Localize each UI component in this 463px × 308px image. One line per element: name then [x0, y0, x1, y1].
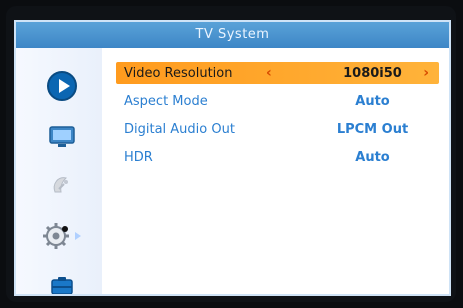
menu-item-digital-audio-out[interactable]: Digital Audio Out LPCM Out [116, 118, 439, 140]
menu-item-label: HDR [124, 149, 153, 165]
menu-item-label: Video Resolution [124, 65, 233, 81]
window-title: TV System [16, 22, 449, 48]
settings-content: Video Resolution 1080i50 ‹ › Aspect Mode… [102, 48, 449, 294]
menu-item-video-resolution[interactable]: Video Resolution 1080i50 ‹ › [116, 62, 439, 84]
toolbox-icon[interactable] [46, 270, 78, 294]
menu-item-aspect-mode[interactable]: Aspect Mode Auto [116, 90, 439, 112]
menu-item-label: Aspect Mode [124, 93, 208, 109]
gear-icon[interactable] [40, 220, 81, 252]
satellite-dish-icon[interactable] [46, 170, 78, 202]
play-icon[interactable] [46, 70, 78, 102]
tv-screen: TV System Video Resolution 1080i50 ‹ › A… [6, 6, 456, 302]
settings-panel: TV System Video Resolution 1080i50 ‹ › A… [14, 20, 451, 296]
display-icon[interactable] [46, 120, 78, 152]
menu-item-label: Digital Audio Out [124, 121, 235, 137]
chevron-right-icon[interactable]: › [423, 62, 429, 84]
menu-item-value: LPCM Out [336, 121, 409, 137]
menu-item-value: Auto [355, 93, 390, 109]
menu-item-hdr[interactable]: HDR Auto [116, 146, 439, 168]
menu-item-value: 1080i50 [343, 65, 402, 81]
sidebar [16, 48, 103, 294]
menu-item-value: Auto [355, 149, 390, 165]
chevron-left-icon[interactable]: ‹ [266, 62, 272, 84]
